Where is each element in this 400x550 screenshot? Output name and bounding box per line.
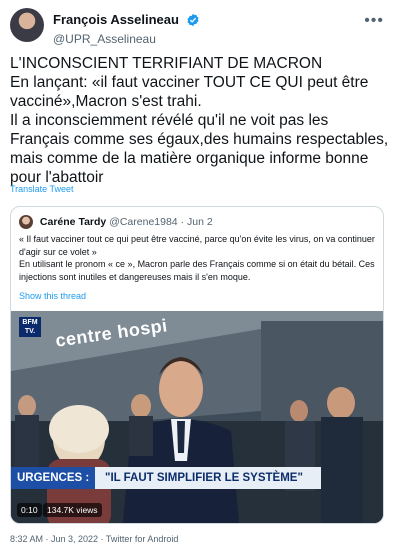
translate-tweet-link[interactable]: Translate Tweet bbox=[10, 184, 74, 194]
quoted-tweet[interactable]: Caréne Tardy @Carene1984 · Jun 2 « Il fa… bbox=[10, 206, 384, 524]
author-avatar[interactable] bbox=[10, 8, 44, 42]
video-player[interactable]: BFM TV. centre hospi URGENCES : "IL FAUT… bbox=[11, 311, 383, 523]
more-options-icon[interactable]: ••• bbox=[364, 12, 384, 30]
verified-badge-icon bbox=[187, 13, 199, 26]
quoted-tweet-header: Caréne Tardy @Carene1984 · Jun 2 bbox=[19, 215, 213, 229]
news-banner: URGENCES : "IL FAUT SIMPLIFIER LE SYSTÈM… bbox=[11, 467, 321, 489]
news-banner-text: "IL FAUT SIMPLIFIER LE SYSTÈME" bbox=[105, 472, 303, 484]
quoted-author-avatar bbox=[19, 215, 33, 229]
tweet-timestamp[interactable]: 8:32 AM · Jun 3, 2022 · Twitter for Andr… bbox=[10, 534, 178, 544]
quoted-author-name: Caréne Tardy bbox=[39, 216, 107, 228]
author-block: François Asselineau @UPR_Asselineau bbox=[53, 11, 200, 46]
news-banner-tag: URGENCES : bbox=[11, 467, 96, 489]
author-handle[interactable]: @UPR_Asselineau bbox=[53, 32, 200, 46]
video-timecode: 0:10 bbox=[17, 503, 42, 517]
quoted-tweet-text: « Il faut vacciner tout ce qui peut être… bbox=[19, 234, 375, 282]
author-name[interactable]: François Asselineau bbox=[53, 12, 179, 27]
video-views: 134.7K views bbox=[43, 503, 102, 517]
tweet-text: L'INCONSCIENT TERRIFIANT DE MACRON En la… bbox=[10, 55, 389, 186]
quoted-author-handle: @Carene1984 bbox=[109, 216, 178, 228]
channel-logo: BFM TV. bbox=[19, 317, 41, 337]
quoted-date: Jun 2 bbox=[187, 216, 213, 228]
show-thread-link[interactable]: Show this thread bbox=[19, 291, 86, 301]
tweet-header: François Asselineau @UPR_Asselineau ••• bbox=[10, 8, 390, 48]
